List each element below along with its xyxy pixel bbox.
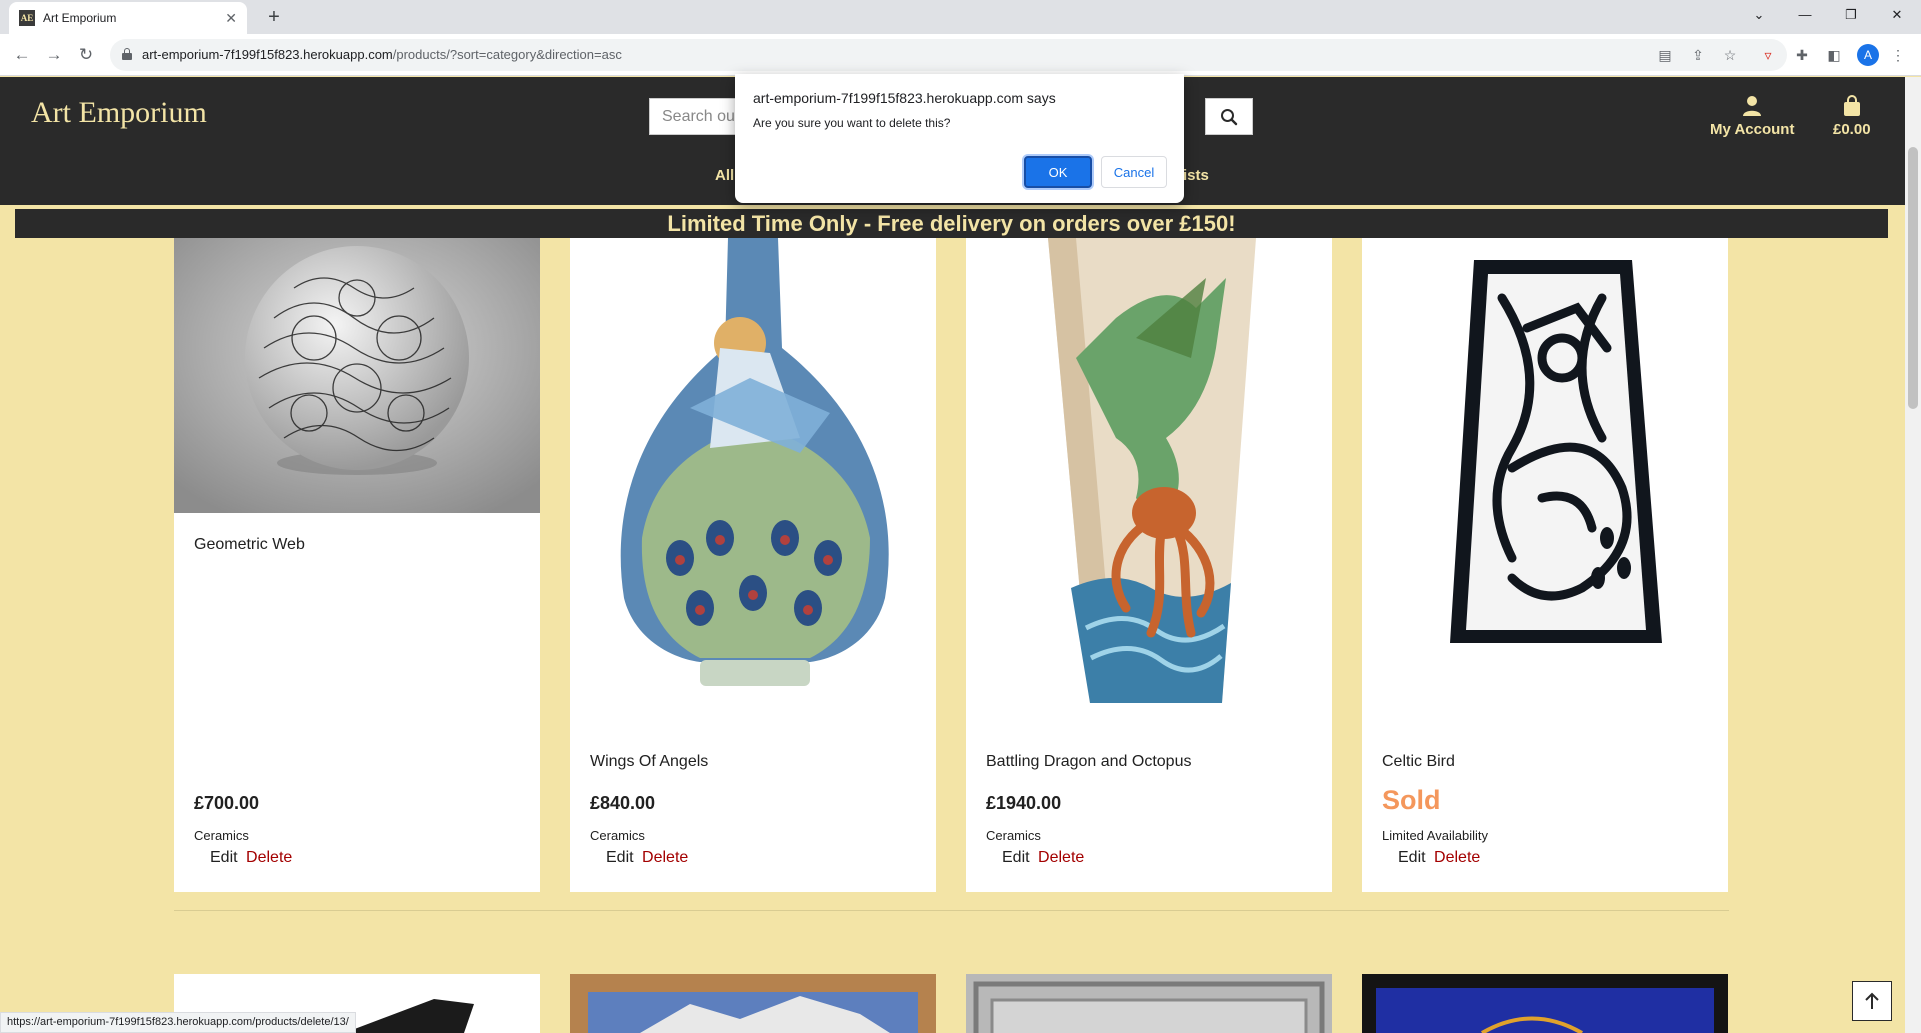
search-icon	[1221, 108, 1238, 125]
edit-link[interactable]: Edit	[1002, 849, 1030, 866]
product-card[interactable]	[570, 974, 936, 1033]
product-image[interactable]	[966, 974, 1332, 1033]
extensions-puzzle-icon[interactable]: ✚	[1792, 45, 1812, 65]
share-icon[interactable]: ⇪	[1688, 45, 1708, 65]
tab-search-icon[interactable]: ⌄	[1736, 0, 1782, 30]
product-admin-actions: Edit Delete	[606, 849, 688, 867]
product-card[interactable]: Wings Of Angels £840.00 Ceramics Edit De…	[570, 238, 936, 892]
row-divider	[174, 910, 1729, 911]
url-host: art-emporium-7f199f15f823.herokuapp.com	[142, 47, 393, 62]
edit-link[interactable]: Edit	[606, 849, 634, 866]
ok-button[interactable]: OK	[1024, 156, 1092, 188]
forward-icon[interactable]: →	[40, 42, 68, 68]
browser-tab[interactable]: AE Art Emporium ✕	[9, 2, 247, 34]
minimize-icon[interactable]: —	[1782, 0, 1828, 30]
shopping-bag-icon	[1843, 95, 1860, 116]
promo-banner: Limited Time Only - Free delivery on ord…	[15, 209, 1888, 238]
user-icon	[1743, 96, 1762, 116]
product-category[interactable]: Ceramics	[986, 828, 1041, 843]
back-to-top-button[interactable]	[1852, 981, 1892, 1021]
product-card[interactable]: Battling Dragon and Octopus £1940.00 Cer…	[966, 238, 1332, 892]
confirm-dialog: art-emporium-7f199f15f823.herokuapp.com …	[735, 74, 1184, 203]
product-card[interactable]: Geometric Web £700.00 Ceramics Edit Dele…	[174, 238, 540, 892]
browser-menu-icon[interactable]: ⋮	[1888, 45, 1908, 65]
extension-icon[interactable]: ▿	[1758, 45, 1778, 65]
product-image[interactable]	[570, 238, 936, 708]
product-name[interactable]: Battling Dragon and Octopus	[986, 753, 1191, 771]
product-image[interactable]	[570, 974, 936, 1033]
product-image[interactable]	[1362, 974, 1728, 1033]
dialog-message: Are you sure you want to delete this?	[753, 116, 951, 130]
bag-total: £0.00	[1833, 121, 1871, 138]
url-path: /products/?sort=category&direction=asc	[392, 47, 622, 62]
address-bar[interactable]: art-emporium-7f199f15f823.herokuapp.com/…	[110, 39, 1787, 71]
dialog-title: art-emporium-7f199f15f823.herokuapp.com …	[753, 90, 1056, 106]
lock-icon	[122, 48, 132, 60]
profile-avatar[interactable]: A	[1857, 44, 1879, 66]
my-account-link[interactable]: My Account	[1710, 95, 1794, 138]
side-panel-icon[interactable]: ◧	[1824, 45, 1844, 65]
browser-toolbar: ← → ↻ art-emporium-7f199f15f823.herokuap…	[0, 34, 1921, 76]
product-card[interactable]: Celtic Bird Sold Limited Availability Ed…	[1362, 238, 1728, 892]
nav-all-products[interactable]: All	[715, 167, 734, 184]
reload-icon[interactable]: ↻	[72, 42, 100, 68]
product-price: £700.00	[194, 793, 260, 813]
bookmark-star-icon[interactable]: ☆	[1720, 45, 1740, 65]
browser-tab-strip: AE Art Emporium ✕ + ⌄ — ❐ ✕	[0, 0, 1921, 34]
arrow-up-icon	[1865, 992, 1879, 1009]
new-tab-icon[interactable]: +	[260, 4, 288, 30]
delete-link[interactable]: Delete	[1434, 849, 1480, 866]
product-category[interactable]: Limited Availability	[1382, 828, 1488, 843]
delete-link[interactable]: Delete	[1038, 849, 1084, 866]
product-admin-actions: Edit Delete	[1398, 849, 1480, 867]
product-image[interactable]	[966, 238, 1332, 718]
product-price: £840.00	[590, 793, 656, 813]
delete-link[interactable]: Delete	[246, 849, 292, 866]
product-admin-actions: Edit Delete	[210, 849, 292, 867]
product-image[interactable]	[174, 238, 540, 513]
status-bar-url: https://art-emporium-7f199f15f823.heroku…	[0, 1012, 356, 1033]
product-card[interactable]	[966, 974, 1332, 1033]
page-scrollbar[interactable]	[1905, 77, 1921, 1033]
address-url[interactable]: art-emporium-7f199f15f823.herokuapp.com/…	[142, 39, 622, 71]
tab-close-icon[interactable]: ✕	[225, 10, 237, 27]
product-admin-actions: Edit Delete	[1002, 849, 1084, 867]
my-account-label: My Account	[1710, 121, 1795, 138]
product-name[interactable]: Geometric Web	[194, 536, 305, 554]
product-category[interactable]: Ceramics	[590, 828, 645, 843]
back-icon[interactable]: ←	[8, 42, 36, 68]
scrollbar-thumb[interactable]	[1908, 147, 1918, 409]
cancel-button[interactable]: Cancel	[1101, 156, 1167, 188]
product-image[interactable]	[1362, 238, 1728, 718]
tab-title: Art Emporium	[43, 11, 117, 25]
site-favicon-icon: AE	[19, 10, 35, 26]
window-close-icon[interactable]: ✕	[1874, 0, 1920, 30]
edit-link[interactable]: Edit	[210, 849, 238, 866]
shopping-bag-link[interactable]: £0.00	[1833, 95, 1871, 138]
restore-icon[interactable]: ❐	[1828, 0, 1874, 30]
product-card[interactable]	[1362, 974, 1728, 1033]
search-button[interactable]	[1205, 98, 1253, 135]
product-price: £1940.00	[986, 793, 1062, 813]
edit-link[interactable]: Edit	[1398, 849, 1426, 866]
site-logo[interactable]: Art Emporium	[31, 96, 207, 130]
product-name[interactable]: Wings Of Angels	[590, 753, 708, 771]
product-category[interactable]: Ceramics	[194, 828, 249, 843]
sold-label: Sold	[1382, 785, 1441, 815]
product-name[interactable]: Celtic Bird	[1382, 753, 1455, 771]
reader-mode-icon[interactable]: ▤	[1655, 45, 1675, 65]
delete-link[interactable]: Delete	[642, 849, 688, 866]
